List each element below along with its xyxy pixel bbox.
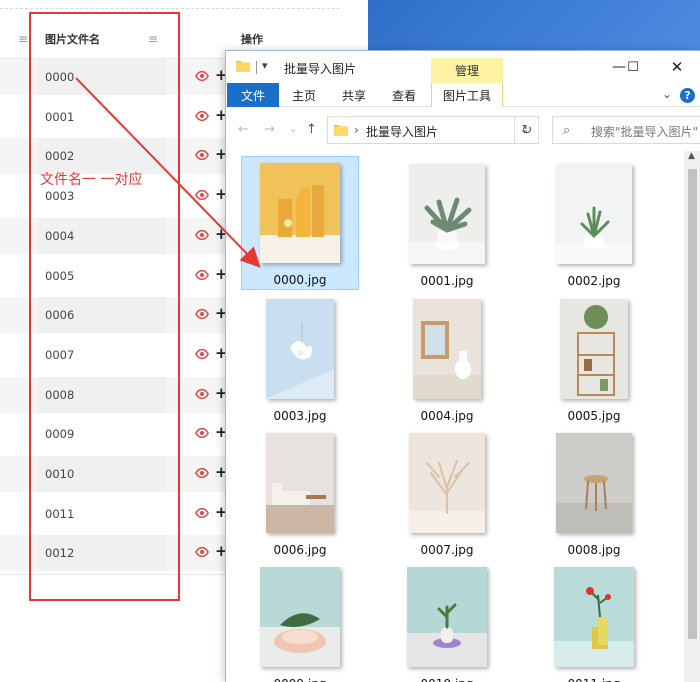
ribbon-tabs: 文件 主页 共享 查看 图片工具 ⌄ <box>226 83 700 107</box>
file-item[interactable]: 0001.jpg <box>388 156 506 290</box>
file-item[interactable]: 0008.jpg <box>535 425 653 559</box>
file-name: 0009.jpg <box>241 677 359 682</box>
file-item[interactable]: 0003.jpg <box>241 291 359 425</box>
view-icon[interactable] <box>195 347 209 361</box>
file-name: 0004.jpg <box>420 409 474 423</box>
view-icon[interactable] <box>195 268 209 282</box>
maximize-button[interactable]: ☐ <box>623 59 643 75</box>
view-icon[interactable] <box>195 506 209 520</box>
image-thumbnail <box>407 567 487 667</box>
scroll-up-icon[interactable]: ▲ <box>688 151 695 161</box>
view-icon[interactable] <box>195 228 209 242</box>
file-item[interactable]: 0004.jpg <box>388 291 506 425</box>
title-bar[interactable]: ▾ 批量导入图片 管理 — ☐ ✕ <box>226 51 700 83</box>
image-thumbnail <box>554 567 634 667</box>
file-name: 0005.jpg <box>567 409 621 423</box>
address-bar[interactable]: › 批量导入图片 ⌄ <box>327 116 539 144</box>
file-name: 0002.jpg <box>567 274 621 288</box>
annotation-label: 文件名一 一对应 <box>40 172 143 188</box>
file-name: 0007.jpg <box>420 543 474 557</box>
file-name: 0010.jpg <box>388 677 506 682</box>
column-menu-icon[interactable]: ≡ <box>18 20 28 58</box>
folder-icon <box>334 125 348 136</box>
file-explorer-window: ▾ 批量导入图片 管理 — ☐ ✕ 文件 主页 共享 查看 图片工具 ⌄ ? ←… <box>225 50 700 682</box>
file-name: 0000.jpg <box>273 273 327 287</box>
view-icon[interactable] <box>195 188 209 202</box>
image-thumbnail <box>556 164 632 264</box>
view-icon[interactable] <box>195 109 209 123</box>
tab-view[interactable]: 查看 <box>382 83 426 107</box>
file-name: 0006.jpg <box>273 543 327 557</box>
folder-icon <box>236 61 250 72</box>
tab-file[interactable]: 文件 <box>227 83 279 107</box>
view-icon[interactable] <box>195 307 209 321</box>
address-toolbar: ← → ⌄ ↑ › 批量导入图片 ⌄ ↻ ⌕ 搜索"批量导入图片" <box>226 107 700 151</box>
quick-access-dropdown-icon[interactable]: ▾ <box>262 59 268 72</box>
file-name: 0001.jpg <box>420 274 474 288</box>
file-item[interactable]: 0011.jpg <box>535 559 653 682</box>
file-item[interactable]: 0005.jpg <box>535 291 653 425</box>
file-item[interactable]: 0002.jpg <box>535 156 653 290</box>
file-item[interactable]: 0006.jpg <box>241 425 359 559</box>
search-input[interactable]: ⌕ 搜索"批量导入图片" <box>552 116 700 144</box>
view-icon[interactable] <box>195 387 209 401</box>
breadcrumb-chevron-icon[interactable]: › <box>354 123 359 137</box>
view-icon[interactable] <box>195 148 209 162</box>
help-icon[interactable]: ? <box>680 88 695 103</box>
view-icon[interactable] <box>195 426 209 440</box>
table-top-divider <box>0 8 340 9</box>
image-thumbnail <box>409 433 485 533</box>
file-grid: ▲ 0000.jpg 0001.jpg 0002.jpg 0003.jpg 0004.j… <box>226 151 700 682</box>
search-icon: ⌕ <box>563 123 571 138</box>
forward-button[interactable]: → <box>264 122 275 137</box>
tab-picture-tools[interactable]: 图片工具 <box>431 83 503 107</box>
view-icon[interactable] <box>195 545 209 559</box>
file-item[interactable]: 0009.jpg <box>241 559 359 682</box>
tab-share[interactable]: 共享 <box>332 83 376 107</box>
image-thumbnail <box>409 164 485 264</box>
scroll-thumb[interactable] <box>688 169 697 639</box>
image-thumbnail <box>260 567 340 667</box>
recent-locations-icon[interactable]: ⌄ <box>289 124 297 135</box>
window-title: 批量导入图片 <box>284 62 357 76</box>
up-button[interactable]: ↑ <box>306 122 317 137</box>
image-thumbnail <box>266 433 334 533</box>
toolbar-separator <box>256 61 257 74</box>
refresh-button[interactable]: ↻ <box>514 116 539 144</box>
close-button[interactable]: ✕ <box>667 58 687 76</box>
file-item[interactable]: 0000.jpg <box>241 156 359 290</box>
image-thumbnail <box>266 299 334 399</box>
search-placeholder: 搜索"批量导入图片" <box>591 125 699 139</box>
image-thumbnail <box>556 433 632 533</box>
view-icon[interactable] <box>195 69 209 83</box>
annotation-highlight-box <box>29 12 180 601</box>
tab-manage[interactable]: 管理 <box>431 58 503 83</box>
file-name: 0008.jpg <box>567 543 621 557</box>
view-icon[interactable] <box>195 466 209 480</box>
file-item[interactable]: 0010.jpg <box>388 559 506 682</box>
breadcrumb[interactable]: 批量导入图片 <box>366 123 438 140</box>
file-name: 0011.jpg <box>535 677 653 682</box>
image-thumbnail <box>260 163 340 263</box>
file-item[interactable]: 0007.jpg <box>388 425 506 559</box>
image-thumbnail <box>413 299 481 399</box>
desktop-background <box>368 0 700 50</box>
tab-home[interactable]: 主页 <box>282 83 326 107</box>
ribbon-collapse-icon[interactable]: ⌄ <box>662 87 672 101</box>
image-thumbnail <box>560 299 628 399</box>
vertical-scrollbar[interactable]: ▲ <box>684 151 700 682</box>
file-name: 0003.jpg <box>273 409 327 423</box>
back-button[interactable]: ← <box>238 122 249 137</box>
